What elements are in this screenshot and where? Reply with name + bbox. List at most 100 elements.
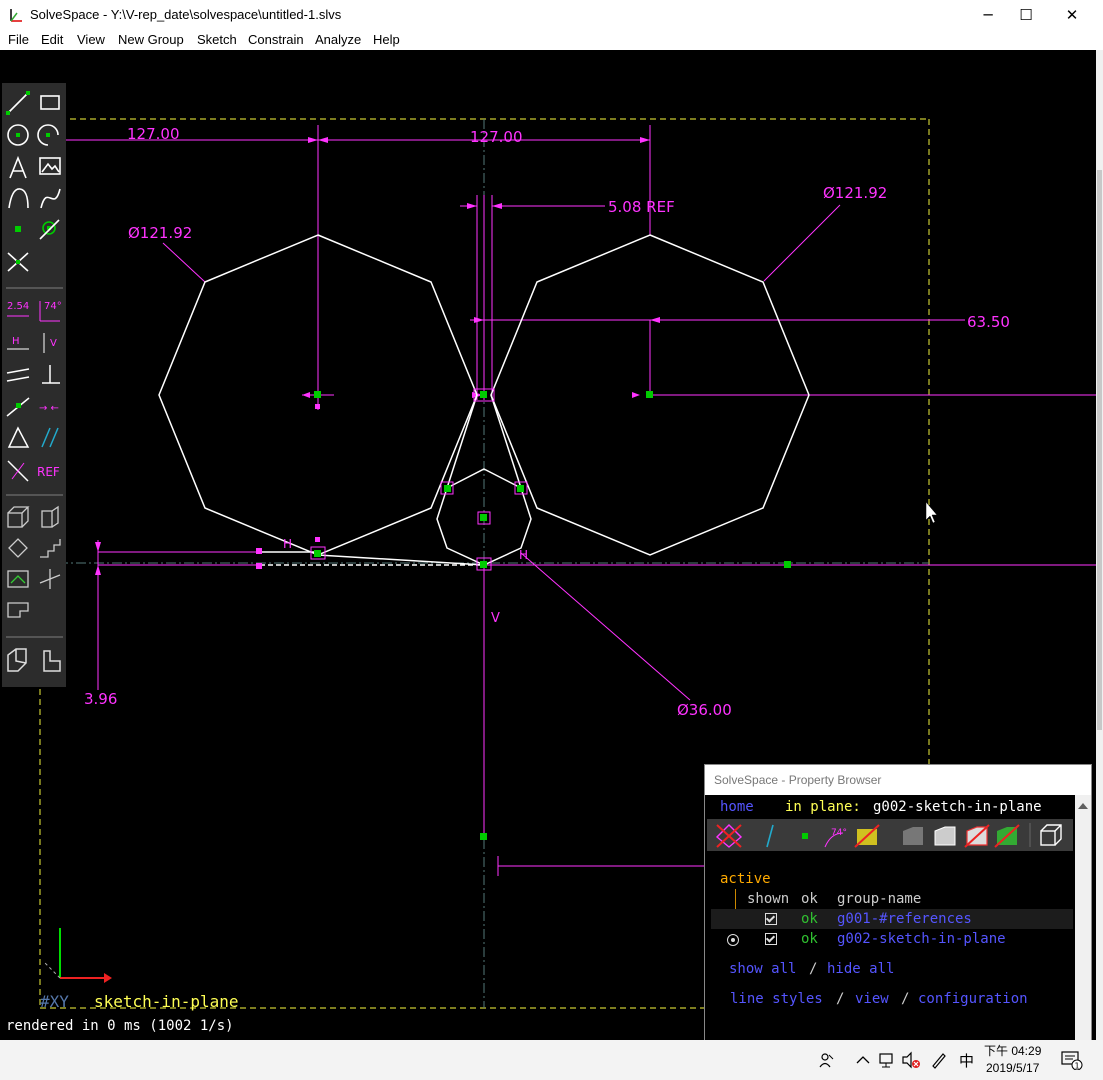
circle-tool-icon[interactable] [7,124,29,146]
distance-constraint-icon[interactable]: 2.54 [7,301,29,317]
ime-indicator[interactable]: 中 [959,1050,974,1071]
group-1-name-link[interactable]: g001-#references [837,911,972,927]
property-browser-body: home in plane: g002-sketch-in-plane 74° [705,795,1075,1041]
constraints-visibility-icon[interactable]: 74° [824,828,847,848]
lathe-icon[interactable] [40,539,61,558]
menu-help[interactable]: Help [373,32,400,47]
arc-tool-icon[interactable] [37,124,59,146]
group-2-name-link[interactable]: g002-sketch-in-plane [837,931,1006,947]
group-1-shown-checkbox[interactable] [765,913,777,925]
symmetric-constraint-icon[interactable] [7,426,30,448]
system-clock[interactable]: 下午 04:29 2019/5/17 [984,1043,1041,1077]
col-shown-header: shown [747,891,790,907]
constraint-vertical[interactable]: V [491,611,500,626]
menu-sketch[interactable]: Sketch [197,32,237,47]
horizontal-constraint-icon[interactable]: H [7,336,29,350]
extrude-icon[interactable] [8,538,28,558]
show-all-link[interactable]: show all [729,961,796,977]
configuration-link[interactable]: configuration [918,991,1028,1007]
constraint-horizontal-2[interactable]: H [519,548,528,562]
construction-visibility-icon[interactable] [854,824,880,848]
dim-diameter-small[interactable]: Ø36.00 [677,701,732,719]
workplane-tool-icon[interactable] [39,219,60,240]
new-group-workplane-icon[interactable] [41,505,59,528]
reference-toggle-icon[interactable]: REF [37,465,60,479]
menu-edit[interactable]: Edit [41,32,63,47]
people-icon[interactable] [818,1051,836,1069]
angle-constraint-icon[interactable]: 74° [39,301,62,322]
normals-visibility-icon[interactable] [766,824,774,848]
network-icon[interactable] [878,1051,896,1069]
mesh-visibility-icon[interactable] [994,824,1020,848]
windows-taskbar: 中 下午 04:29 2019/5/17 1 [0,1040,1103,1080]
pen-icon[interactable] [930,1051,948,1069]
equal-constraint-icon[interactable]: → ← [39,403,59,414]
hide-all-link[interactable]: hide all [827,961,894,977]
property-browser-scrollbar[interactable] [1075,795,1091,1041]
minimize-icon: ─ [983,6,993,24]
notification-center-icon[interactable]: 1 [1061,1050,1083,1070]
connecting-lines[interactable] [260,394,522,566]
workplanes-visibility-icon[interactable] [715,824,743,848]
menu-analyze[interactable]: Analyze [315,32,361,47]
menu-constrain[interactable]: Constrain [248,32,304,47]
vertical-constraint-icon[interactable]: V [43,333,57,353]
assemble-icon[interactable] [7,602,29,618]
property-browser-title-bar[interactable]: SolveSpace - Property Browser [705,765,1091,795]
text-tool-icon[interactable] [9,155,27,179]
maximize-button[interactable]: ☐ [1003,0,1049,30]
points-visibility-icon[interactable] [802,833,808,839]
same-orientation-icon[interactable] [41,427,59,448]
group-2-shown-checkbox[interactable] [765,933,777,945]
line-tool-icon[interactable] [6,91,30,115]
volume-muted-icon[interactable] [901,1051,921,1069]
line-styles-link[interactable]: line styles [730,991,823,1007]
rectangle-tool-icon[interactable] [40,95,60,110]
perspective-toggle-icon[interactable] [1040,824,1062,846]
menu-bar: File Edit View New Group Sketch Constrai… [0,30,1103,50]
tool-palette-icons: 2.54 74° H V → ← REF [6,91,63,672]
notification-count: 1 [1075,1062,1080,1071]
trim-icon[interactable] [7,570,29,588]
canvas-scroll-thumb[interactable] [1097,170,1102,730]
dim-127-right[interactable]: 127.00 [470,128,523,146]
point-tool-icon[interactable] [15,226,21,232]
tool-palette: 2.54 74° H V → ← REF [2,83,66,687]
step-rotate-icon[interactable] [39,569,61,589]
menu-view[interactable]: View [77,32,105,47]
outlines-visibility-icon[interactable] [964,824,990,848]
scroll-up-arrow-icon[interactable] [1078,803,1088,809]
menu-file[interactable]: File [8,32,29,47]
chevron-up-icon[interactable] [855,1053,871,1067]
title-bar[interactable]: SolveSpace - Y:\V-rep_date\solvespace\un… [0,0,1103,30]
new-group-3d-icon[interactable] [7,506,30,528]
home-link[interactable]: home [720,799,754,815]
point-markers [310,388,528,571]
dim-diameter-right[interactable]: Ø121.92 [823,184,887,202]
view-link[interactable]: view [855,991,889,1007]
image-tool-icon[interactable] [39,157,61,175]
constraint-horizontal-1[interactable]: H [283,537,292,551]
dim-3-96[interactable]: 3.96 [84,690,117,708]
svg-text:→ ←: → ← [39,403,59,414]
dim-diameter-left[interactable]: Ø121.92 [128,224,192,242]
on-point-constraint-icon[interactable] [6,397,30,417]
parallel-constraint-icon[interactable] [6,368,30,382]
split-curves-tool-icon[interactable] [7,252,29,272]
bezier-tool-icon[interactable] [40,188,61,209]
dim-5-08-ref[interactable]: 5.08 REF [608,198,675,216]
dim-63-50[interactable]: 63.50 [967,313,1010,331]
canvas-vertical-scrollbar[interactable] [1096,50,1103,1040]
menu-new-group[interactable]: New Group [118,32,184,47]
edges-visibility-icon[interactable] [934,826,956,846]
construction-toggle-icon[interactable] [7,460,29,482]
shaded-visibility-icon[interactable] [903,827,923,845]
link-group-icon[interactable] [43,650,61,672]
perpendicular-constraint-icon[interactable] [42,365,60,384]
group-2-active-radio[interactable] [727,934,739,946]
dim-127-left[interactable]: 127.00 [127,125,180,143]
tangent-arc-tool-icon[interactable] [8,188,29,209]
close-button[interactable]: ✕ [1049,0,1095,30]
separator-slash: / [809,961,818,977]
extrude-group-icon[interactable] [7,648,27,672]
